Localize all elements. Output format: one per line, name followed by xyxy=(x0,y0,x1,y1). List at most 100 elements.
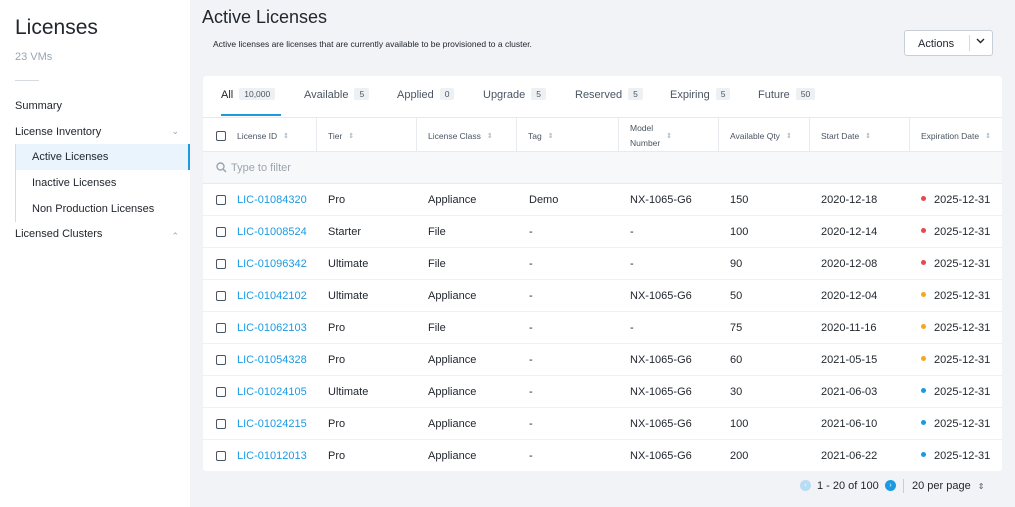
tab-expiring[interactable]: Expiring 5 xyxy=(670,88,731,104)
cell-tier: Pro xyxy=(328,194,346,206)
sidebar-item-summary[interactable]: Summary xyxy=(15,100,185,112)
table-row: LIC-01042102 Ultimate Appliance - NX-1065-G6… xyxy=(203,280,1002,312)
column-header-tag[interactable]: Tag ⇕ xyxy=(517,118,619,153)
select-all-checkbox[interactable] xyxy=(216,131,226,141)
table-row: LIC-01024105 Ultimate Appliance - NX-1065-G6… xyxy=(203,376,1002,408)
cell-start-date: 2021-05-15 xyxy=(821,354,878,366)
tab-upgrade[interactable]: Upgrade 5 xyxy=(483,88,546,104)
sidebar: Licenses 23 VMs Summary License Inventor… xyxy=(0,0,190,507)
sort-icon[interactable]: ⇕ xyxy=(283,132,289,140)
sort-icon[interactable]: ⇕ xyxy=(548,132,554,140)
tab-reserved[interactable]: Reserved 5 xyxy=(575,88,643,104)
cell-model-number: NX-1065-G6 xyxy=(630,354,692,366)
cell-tag: - xyxy=(529,354,533,366)
row-checkbox[interactable] xyxy=(216,291,226,301)
cell-tier: Ultimate xyxy=(328,290,369,302)
column-label: Model Number xyxy=(630,121,660,151)
tab-applied[interactable]: Applied 0 xyxy=(397,88,455,104)
cell-available-qty: 75 xyxy=(730,322,743,334)
cell-license-id[interactable]: LIC-01062103 xyxy=(237,322,307,334)
actions-button[interactable]: Actions xyxy=(904,30,993,56)
cell-license-id[interactable]: LIC-01008524 xyxy=(237,226,307,238)
tab-available[interactable]: Available 5 xyxy=(304,88,370,104)
prev-page-button[interactable]: ‹ xyxy=(800,480,811,491)
row-checkbox[interactable] xyxy=(216,227,226,237)
cell-license-id[interactable]: LIC-01024215 xyxy=(237,418,307,430)
tab-count: 5 xyxy=(531,88,546,100)
cell-expiration-date: 2025-12-31 xyxy=(921,226,990,238)
column-header-license-class[interactable]: License Class ⇕ xyxy=(417,118,517,153)
per-page-select[interactable]: 20 per page ⇕ xyxy=(912,480,984,492)
status-dot-icon xyxy=(921,324,926,329)
row-checkbox[interactable] xyxy=(216,195,226,205)
column-label: Tier xyxy=(328,130,343,141)
cell-tag: - xyxy=(529,418,533,430)
next-page-button[interactable]: › xyxy=(885,480,896,491)
tab-label: Available xyxy=(304,89,349,101)
cell-tag: - xyxy=(529,258,533,270)
cell-license-class: Appliance xyxy=(428,354,477,366)
cell-license-id[interactable]: LIC-01042102 xyxy=(237,290,307,302)
row-checkbox[interactable] xyxy=(216,323,226,333)
cell-tag: Demo xyxy=(529,194,559,206)
cell-license-id[interactable]: LIC-01054328 xyxy=(237,354,307,366)
sidebar-item-inactive-licenses[interactable]: Inactive Licenses xyxy=(16,170,190,196)
sidebar-item-active-licenses[interactable]: Active Licenses xyxy=(16,144,190,170)
cell-license-id[interactable]: LIC-01012013 xyxy=(237,450,307,462)
chevron-up-icon[interactable]: ⌃ xyxy=(171,231,179,242)
table-row: LIC-01096342 Ultimate File - - 90 2020-12-08 20… xyxy=(203,248,1002,280)
per-page-label: 20 per page xyxy=(912,480,971,492)
cell-license-id[interactable]: LIC-01084320 xyxy=(237,194,307,206)
sidebar-title: Licenses xyxy=(15,16,98,39)
sort-icon[interactable]: ⇕ xyxy=(865,132,871,140)
cell-start-date: 2020-12-08 xyxy=(821,258,878,270)
sidebar-item-label: License Inventory xyxy=(15,126,102,138)
tab-count: 50 xyxy=(795,88,816,100)
column-label-line: Model xyxy=(630,122,654,133)
sort-icon[interactable]: ⇕ xyxy=(786,132,792,140)
row-checkbox[interactable] xyxy=(216,387,226,397)
cell-expiration-date: 2025-12-31 xyxy=(921,290,990,302)
tab-count: 5 xyxy=(354,88,370,100)
column-header-start-date[interactable]: Start Date ⇕ xyxy=(810,118,910,153)
sort-icon[interactable]: ⇕ xyxy=(985,132,991,140)
column-header-model-number[interactable]: Model Number ⇕ xyxy=(619,118,719,153)
column-header-tier[interactable]: Tier ⇕ xyxy=(317,118,417,153)
cell-expiration-date: 2025-12-31 xyxy=(921,450,990,462)
filter-input[interactable] xyxy=(231,158,531,178)
cell-license-id[interactable]: LIC-01024105 xyxy=(237,386,307,398)
sort-icon[interactable]: ⇕ xyxy=(666,132,672,140)
cell-expiration-date: 2025-12-31 xyxy=(921,194,990,206)
cell-available-qty: 100 xyxy=(730,418,749,430)
cell-tag: - xyxy=(529,386,533,398)
sidebar-item-licensed-clusters[interactable]: Licensed Clusters ⌃ xyxy=(15,228,185,242)
cell-start-date: 2020-12-14 xyxy=(821,226,878,238)
cell-license-id[interactable]: LIC-01096342 xyxy=(237,258,307,270)
tab-future[interactable]: Future 50 xyxy=(758,88,816,104)
sidebar-item-non-production-licenses[interactable]: Non Production Licenses xyxy=(16,196,190,222)
sidebar-item-license-inventory[interactable]: License Inventory ⌄ xyxy=(15,126,185,138)
cell-tag: - xyxy=(529,322,533,334)
chevron-down-icon[interactable]: ⌄ xyxy=(171,126,179,137)
row-checkbox[interactable] xyxy=(216,259,226,269)
tab-all[interactable]: All 10,000 xyxy=(221,88,276,104)
cell-expiration-date: 2025-12-31 xyxy=(921,322,990,334)
page-description: Active licenses are licenses that are cu… xyxy=(213,39,532,49)
cell-license-class: Appliance xyxy=(428,418,477,430)
cell-tier: Pro xyxy=(328,450,346,462)
row-checkbox[interactable] xyxy=(216,419,226,429)
cell-tag: - xyxy=(529,450,533,462)
cell-model-number: NX-1065-G6 xyxy=(630,290,692,302)
row-checkbox[interactable] xyxy=(216,451,226,461)
column-header-expiration-date[interactable]: Expiration Date ⇕ xyxy=(910,118,1002,153)
sort-icon[interactable]: ⇕ xyxy=(487,132,493,140)
sidebar-divider xyxy=(15,80,39,81)
column-label: Expiration Date xyxy=(921,130,980,141)
cell-model-number: - xyxy=(630,258,634,270)
cell-expiration-date: 2025-12-31 xyxy=(921,258,990,270)
table-row: LIC-01024215 Pro Appliance - NX-1065-G6 100 20… xyxy=(203,408,1002,440)
column-header-available-qty[interactable]: Available Qty ⇕ xyxy=(719,118,810,153)
sort-icon[interactable]: ⇕ xyxy=(348,132,354,140)
row-checkbox[interactable] xyxy=(216,355,226,365)
column-header-license-id[interactable]: License ID ⇕ xyxy=(226,118,317,153)
